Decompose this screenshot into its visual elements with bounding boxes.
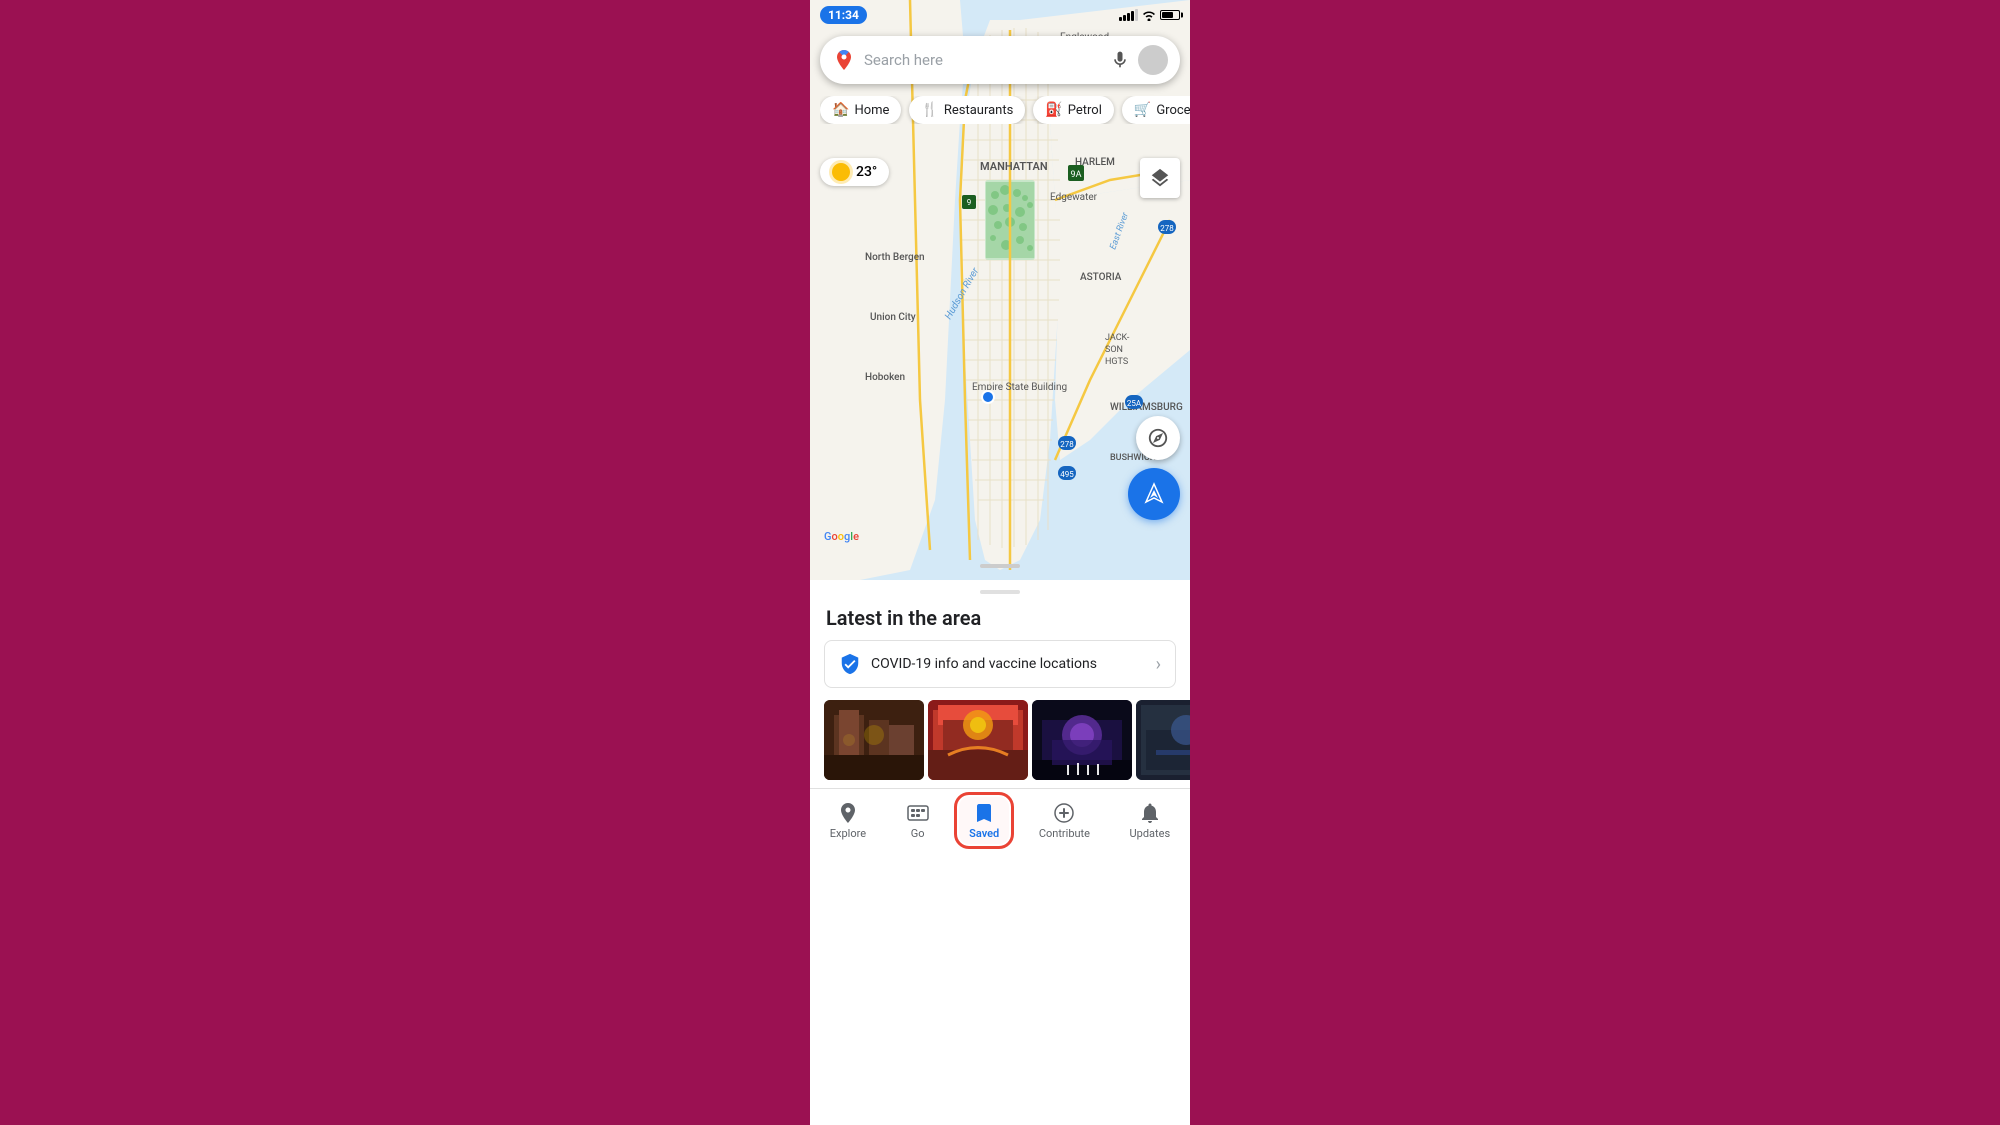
svg-text:9: 9 bbox=[967, 198, 972, 207]
svg-text:9A: 9A bbox=[1071, 170, 1082, 180]
status-icons bbox=[1119, 9, 1180, 21]
map-view[interactable]: Hudson River East River North Bergen Uni… bbox=[810, 0, 1190, 580]
battery-icon bbox=[1160, 10, 1180, 20]
grocery-icon: 🛒 bbox=[1134, 102, 1151, 118]
restaurant-icon: 🍴 bbox=[921, 102, 938, 118]
wifi-icon bbox=[1142, 9, 1156, 21]
chevron-right-icon: › bbox=[1156, 654, 1161, 675]
pill-groceries[interactable]: 🛒 Groce... bbox=[1122, 96, 1190, 124]
svg-text:WILLIAMSBURG: WILLIAMSBURG bbox=[1110, 402, 1183, 413]
sun-icon bbox=[832, 163, 850, 181]
svg-text:North Bergen: North Bergen bbox=[865, 252, 925, 263]
bottom-nav: Explore Go bbox=[810, 788, 1190, 864]
pill-restaurants-label: Restaurants bbox=[944, 103, 1013, 118]
svg-text:HGTS: HGTS bbox=[1105, 357, 1128, 367]
layers-icon bbox=[1149, 167, 1171, 189]
covid-text: COVID-19 info and vaccine locations bbox=[871, 656, 1146, 672]
contribute-label: Contribute bbox=[1039, 827, 1090, 840]
svg-text:25A: 25A bbox=[1127, 399, 1142, 408]
svg-text:495: 495 bbox=[1060, 470, 1074, 479]
saved-icon bbox=[972, 801, 996, 825]
svg-text:278: 278 bbox=[1160, 224, 1174, 233]
nav-go[interactable]: Go bbox=[896, 797, 940, 844]
mic-icon[interactable] bbox=[1110, 50, 1130, 70]
petrol-icon: ⛽ bbox=[1045, 102, 1062, 118]
shield-check-icon bbox=[839, 653, 861, 675]
pill-restaurants[interactable]: 🍴 Restaurants bbox=[909, 96, 1025, 124]
map-drag-handle bbox=[980, 564, 1020, 568]
svg-text:278: 278 bbox=[1060, 440, 1074, 449]
pill-home[interactable]: 🏠 Home bbox=[820, 96, 901, 124]
photo-thumb-1[interactable] bbox=[824, 700, 924, 780]
svg-text:JACK-: JACK- bbox=[1105, 333, 1130, 343]
pill-home-label: Home bbox=[854, 103, 889, 118]
home-icon: 🏠 bbox=[832, 102, 849, 118]
search-placeholder: Search here bbox=[864, 51, 1102, 69]
explore-icon bbox=[836, 801, 860, 825]
svg-text:SON: SON bbox=[1105, 345, 1123, 355]
svg-text:ASTORIA: ASTORIA bbox=[1080, 272, 1122, 283]
google-maps-logo bbox=[832, 48, 856, 72]
location-arrow-icon bbox=[1142, 482, 1166, 506]
svg-text:Union City: Union City bbox=[870, 312, 916, 323]
bottom-sheet: Latest in the area COVID-19 info and vac… bbox=[810, 580, 1190, 1125]
contribute-icon bbox=[1052, 801, 1076, 825]
layer-button[interactable] bbox=[1140, 158, 1180, 198]
search-bar[interactable]: Search here bbox=[820, 36, 1180, 84]
nav-saved[interactable]: Saved bbox=[959, 797, 1009, 844]
category-pills: 🏠 Home 🍴 Restaurants ⛽ Petrol 🛒 Groce... bbox=[820, 96, 1190, 124]
svg-text:Edgewater: Edgewater bbox=[1050, 192, 1098, 203]
pill-petrol[interactable]: ⛽ Petrol bbox=[1033, 96, 1114, 124]
explore-label: Explore bbox=[830, 827, 866, 840]
updates-label: Updates bbox=[1130, 827, 1171, 840]
weather-widget[interactable]: 23° bbox=[820, 158, 889, 186]
svg-text:Hoboken: Hoboken bbox=[865, 372, 905, 383]
photo-thumb-3[interactable] bbox=[1032, 700, 1132, 780]
nav-explore[interactable]: Explore bbox=[820, 797, 876, 844]
signal-icon bbox=[1119, 9, 1138, 21]
pill-petrol-label: Petrol bbox=[1068, 103, 1102, 118]
phone-screen: Hudson River East River North Bergen Uni… bbox=[810, 0, 1190, 1125]
my-location-button[interactable] bbox=[1128, 468, 1180, 520]
nav-updates[interactable]: Updates bbox=[1120, 797, 1181, 844]
latest-area-title: Latest in the area bbox=[810, 594, 1190, 640]
updates-icon bbox=[1138, 801, 1162, 825]
temperature: 23° bbox=[856, 164, 877, 180]
status-time: 11:34 bbox=[820, 6, 867, 24]
compass-icon bbox=[1147, 427, 1169, 449]
user-avatar[interactable] bbox=[1138, 45, 1168, 75]
status-bar: 11:34 bbox=[810, 0, 1190, 30]
photo-thumb-4[interactable] bbox=[1136, 700, 1190, 780]
saved-label: Saved bbox=[969, 827, 999, 840]
photo-thumb-2[interactable] bbox=[928, 700, 1028, 780]
direction-button[interactable] bbox=[1136, 416, 1180, 460]
nav-contribute[interactable]: Contribute bbox=[1029, 797, 1100, 844]
go-label: Go bbox=[911, 827, 925, 840]
go-icon bbox=[906, 801, 930, 825]
covid-banner[interactable]: COVID-19 info and vaccine locations › bbox=[824, 640, 1176, 688]
photo-strip bbox=[810, 688, 1190, 788]
pill-groceries-label: Groce... bbox=[1156, 103, 1190, 118]
svg-text:Google: Google bbox=[824, 530, 859, 543]
svg-text:MANHATTAN: MANHATTAN bbox=[980, 160, 1048, 173]
